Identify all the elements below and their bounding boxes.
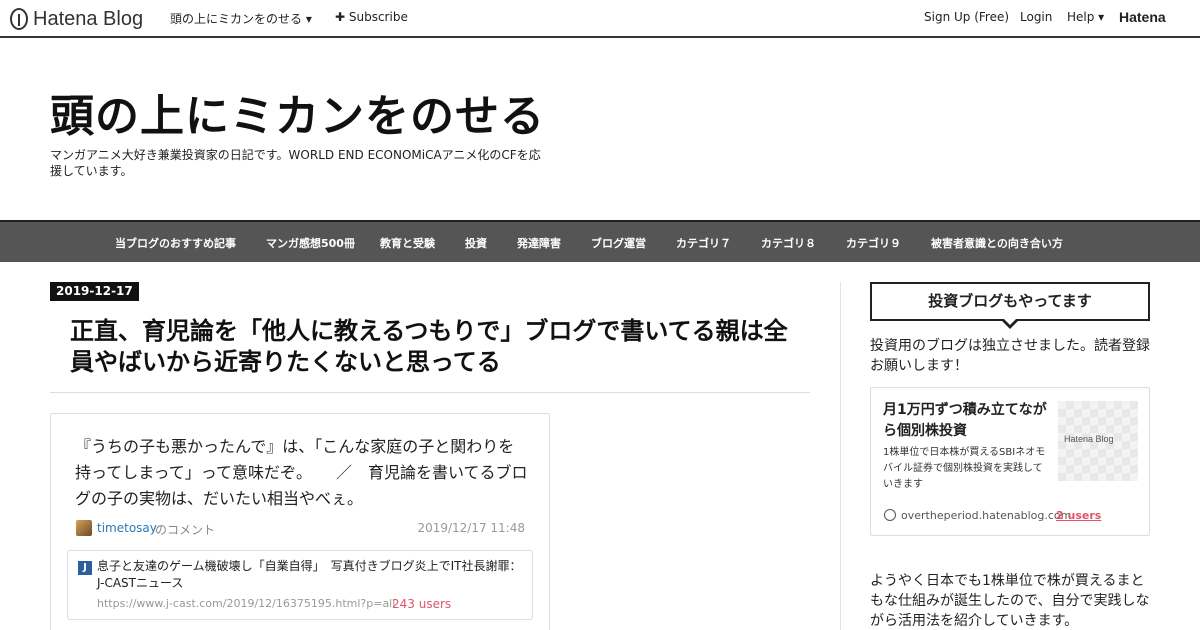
nav-item-manga-reviews[interactable]: マンガ感想500冊: [266, 235, 355, 251]
comment-user-link[interactable]: timetosay: [97, 521, 157, 535]
embed-domain[interactable]: overtheperiod.hatenablog.com: [901, 509, 1071, 522]
title-divider: [50, 392, 810, 393]
entry-title[interactable]: 正直、育児論を「他人に教えるつもりで」ブログで書いてる親は全員やばいから近寄りた…: [70, 316, 800, 378]
comment-timestamp[interactable]: 2019/12/17 11:48: [417, 521, 525, 535]
bookmark-comment-card: 『うちの子も悪かったんで』は、「こんな家庭の子と関わりを持ってしまって」って意味…: [50, 413, 550, 630]
user-avatar[interactable]: [76, 520, 92, 536]
nav-item-developmental[interactable]: 発達障害: [517, 235, 561, 251]
linked-article-url[interactable]: https://www.j-cast.com/2019/12/16375195.…: [97, 597, 395, 610]
comment-suffix: のコメント: [155, 523, 216, 537]
nav-item-victim-mentality[interactable]: 被害者意識との向き合い方: [931, 235, 1063, 251]
embed-thumbnail[interactable]: Hatena Blog: [1058, 401, 1138, 481]
hatena-bulb-icon: [884, 509, 896, 521]
heading-arrow-inner: [1003, 318, 1017, 325]
nav-item-recommended[interactable]: 当ブログのおすすめ記事: [115, 235, 236, 251]
blog-menu-dropdown[interactable]: 頭の上にミカンをのせる ▾: [170, 10, 312, 27]
embed-bookmark-users[interactable]: 2 users: [1056, 509, 1101, 522]
hatena-bulb-icon: [10, 8, 28, 30]
sidebar-heading: 投資ブログもやってます: [870, 282, 1150, 321]
comment-text: 『うちの子も悪かったんで』は、「こんな家庭の子と関わりを持ってしまって」って意味…: [75, 437, 528, 508]
nav-item-education[interactable]: 教育と受験: [380, 235, 435, 251]
blog-embed-card[interactable]: 月1万円ずつ積み立てながら個別株投資 Hatena Blog 1株単位で日本株が…: [870, 387, 1150, 536]
global-nav: 当ブログのおすすめ記事 マンガ感想500冊 教育と受験 投資 発達障害 ブログ運…: [0, 220, 1200, 262]
sidebar-body-text: ようやく日本でも1株単位で株が買えるまともな仕組みが誕生したので、自分で実践しな…: [870, 573, 1150, 629]
linked-article-card[interactable]: J 息子と友達のゲーム機破壊し「自業自得」 写真付きブログ炎上でIT社長謝罪：J…: [67, 550, 533, 620]
hatena-logo[interactable]: Hatena: [1119, 9, 1166, 25]
bookmark-users-count[interactable]: 243 users: [392, 597, 451, 611]
linked-article-title[interactable]: 息子と友達のゲーム機破壊し「自業自得」 写真付きブログ炎上でIT社長謝罪：J-C…: [97, 558, 527, 592]
embed-title[interactable]: 月1万円ずつ積み立てながら個別株投資: [883, 400, 1053, 442]
signup-link[interactable]: Sign Up (Free): [924, 10, 1009, 24]
entry-date[interactable]: 2019-12-17: [50, 282, 139, 301]
nav-item-category-7[interactable]: カテゴリ７: [676, 235, 731, 251]
nav-item-investment[interactable]: 投資: [465, 235, 487, 251]
embed-description: 1株単位で日本株が買えるSBIネオモバイル証券で個別株投資を実践していきます: [883, 447, 1046, 490]
nav-item-category-9[interactable]: カテゴリ９: [846, 235, 901, 251]
embed-thumbnail-logo: Hatena Blog: [1064, 434, 1114, 444]
hatena-blog-logo-text: Hatena Blog: [33, 7, 144, 30]
sidebar-intro: 投資用のブログは独立させました。読者登録お願いします！: [870, 338, 1150, 374]
nav-item-blog-management[interactable]: ブログ運営: [591, 235, 646, 251]
help-dropdown[interactable]: Help ▾: [1067, 10, 1104, 24]
jcast-favicon-icon: J: [78, 561, 92, 575]
subscribe-button[interactable]: ✚ Subscribe: [335, 10, 408, 24]
top-bar: Hatena Blog 頭の上にミカンをのせる ▾ ✚ Subscribe Si…: [0, 0, 1200, 38]
nav-item-category-8[interactable]: カテゴリ８: [761, 235, 816, 251]
hatena-blog-logo[interactable]: Hatena Blog: [10, 7, 143, 31]
blog-title[interactable]: 頭の上にミカンをのせる: [50, 80, 545, 144]
blog-description: マンガアニメ大好き兼業投資家の日記です。WORLD END ECONOMiCAア…: [50, 148, 541, 178]
login-link[interactable]: Login: [1020, 10, 1052, 24]
sidebar-divider: [840, 282, 841, 630]
